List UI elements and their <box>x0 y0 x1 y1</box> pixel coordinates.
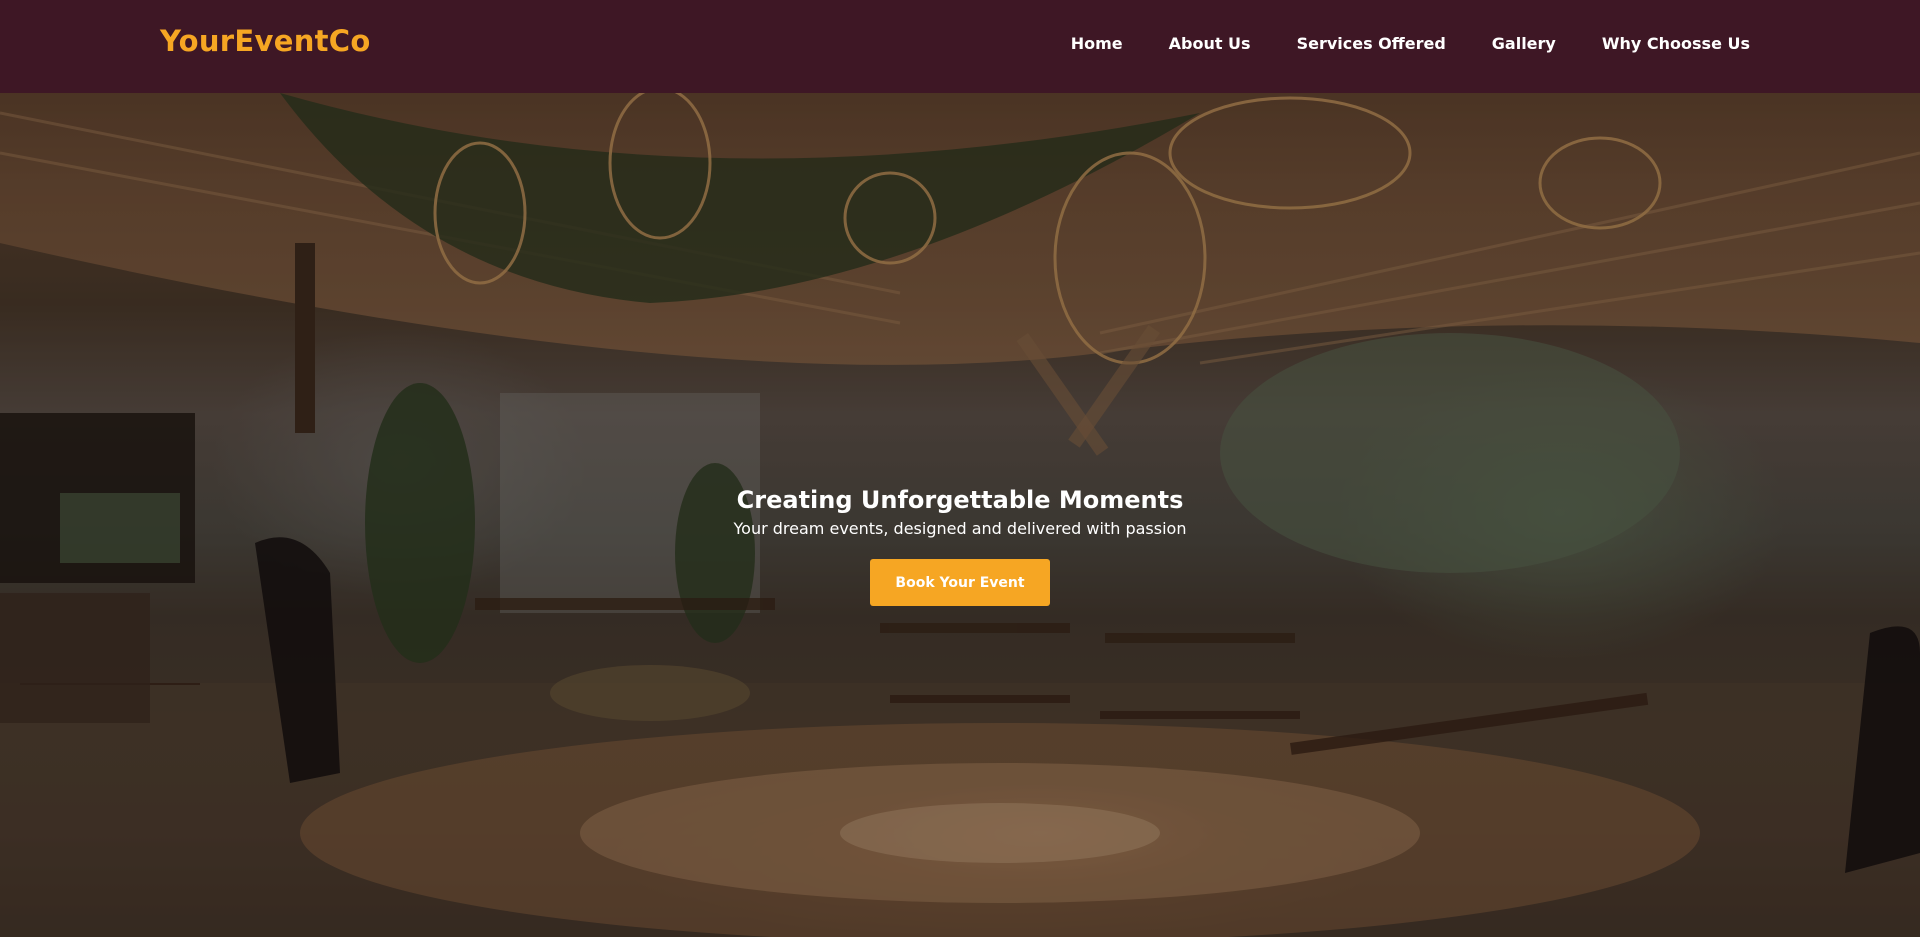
brand-logo[interactable]: YourEventCo <box>160 24 371 58</box>
main-nav: Home About Us Services Offered Gallery W… <box>1071 34 1750 53</box>
hero-subtitle: Your dream events, designed and delivere… <box>733 519 1187 538</box>
nav-about-us[interactable]: About Us <box>1169 34 1251 53</box>
hero-section: Creating Unforgettable Moments Your drea… <box>0 93 1920 937</box>
hero-title: Creating Unforgettable Moments <box>736 486 1184 514</box>
nav-services-offered[interactable]: Services Offered <box>1297 34 1446 53</box>
nav-home[interactable]: Home <box>1071 34 1123 53</box>
book-your-event-button[interactable]: Book Your Event <box>870 559 1050 606</box>
hero-content: Creating Unforgettable Moments Your drea… <box>0 485 1920 606</box>
nav-gallery[interactable]: Gallery <box>1492 34 1556 53</box>
site-header: YourEventCo Home About Us Services Offer… <box>0 0 1920 93</box>
nav-why-choose-us[interactable]: Why Choosse Us <box>1602 34 1750 53</box>
